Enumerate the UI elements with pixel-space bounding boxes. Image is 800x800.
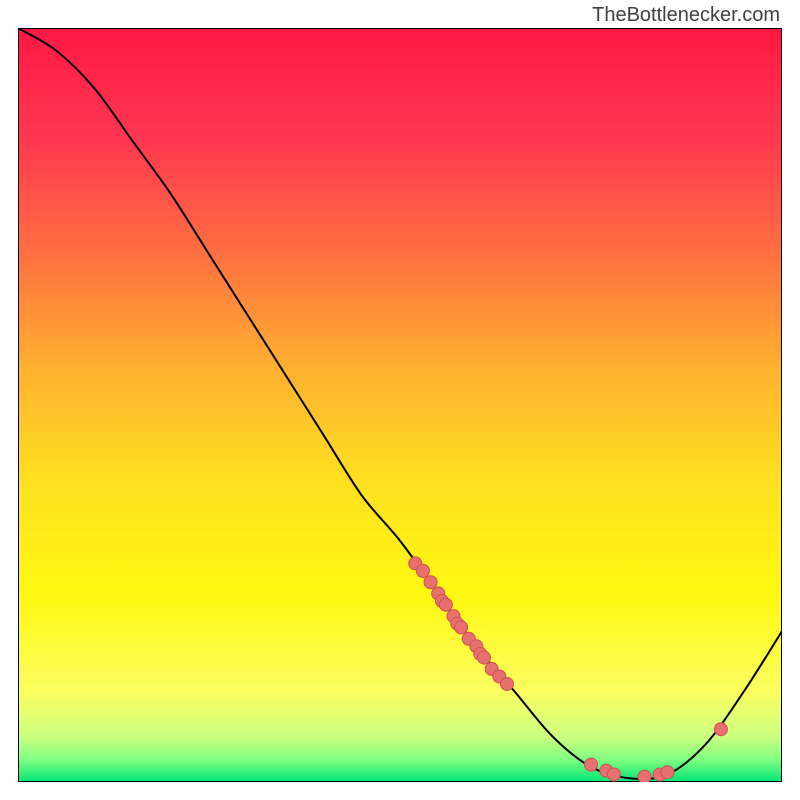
data-point	[455, 621, 468, 634]
data-point	[585, 758, 598, 771]
data-point	[439, 598, 452, 611]
data-point	[500, 677, 513, 690]
chart-container	[18, 28, 782, 782]
data-point	[416, 564, 429, 577]
data-point	[638, 770, 651, 782]
data-point	[661, 766, 674, 779]
data-point	[478, 651, 491, 664]
bottleneck-chart	[18, 28, 782, 782]
data-point	[714, 723, 727, 736]
data-point	[424, 576, 437, 589]
data-point	[607, 768, 620, 781]
watermark-text: TheBottlenecker.com	[592, 4, 780, 27]
